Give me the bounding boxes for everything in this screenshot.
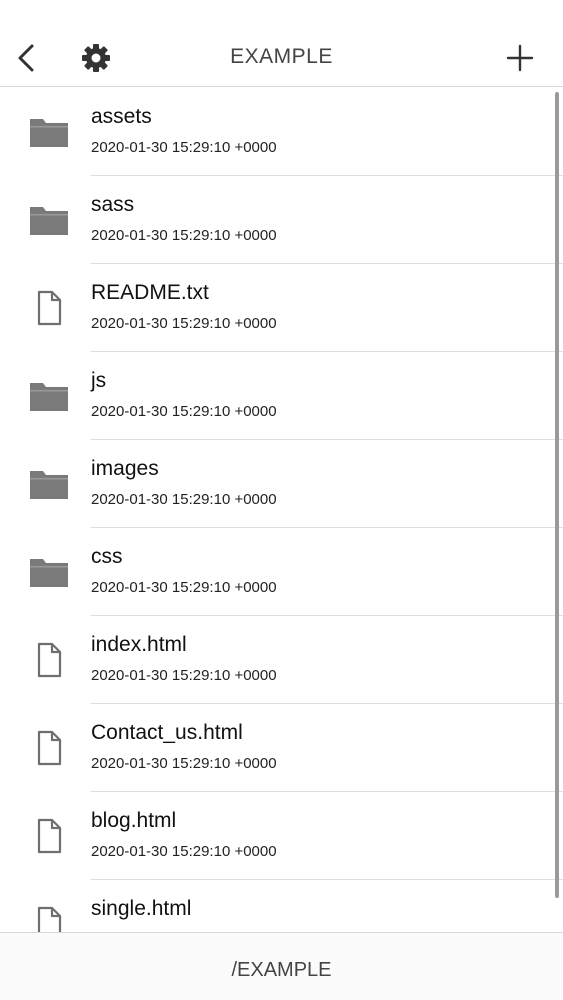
folder-icon (30, 207, 68, 235)
file-name: blog.html (91, 809, 177, 832)
add-button[interactable] (500, 38, 540, 78)
folder-icon (28, 200, 70, 240)
file-name: README.txt (91, 281, 209, 304)
file-date: 2020-01-30 15:29:10 +0000 (91, 315, 277, 332)
list-item[interactable]: index.html 2020-01-30 15:29:10 +0000 (0, 616, 563, 704)
folder-icon (30, 383, 68, 411)
file-date: 2020-01-30 15:29:10 +0000 (91, 227, 277, 244)
current-path: /EXAMPLE (231, 959, 332, 981)
folder-icon (28, 112, 70, 152)
document-icon (28, 904, 70, 932)
file-date: 2020-01-30 15:29:10 +0000 (91, 843, 277, 860)
plus-icon (506, 44, 534, 72)
list-item[interactable]: Contact_us.html 2020-01-30 15:29:10 +000… (0, 704, 563, 792)
file-name: assets (91, 105, 152, 128)
folder-icon (28, 552, 70, 592)
folder-icon (30, 119, 68, 147)
scrollbar[interactable] (555, 92, 559, 898)
file-date: 2020-01-30 15:29:10 +0000 (91, 579, 277, 596)
list-item[interactable]: css 2020-01-30 15:29:10 +0000 (0, 528, 563, 616)
file-date: 2020-01-30 15:29:10 +0000 (91, 403, 277, 420)
document-icon (28, 816, 70, 856)
document-icon (28, 288, 70, 328)
document-icon (28, 728, 70, 768)
file-date: 2020-01-30 15:29:10 +0000 (91, 139, 277, 156)
document-icon (37, 290, 62, 326)
list-item[interactable]: sass 2020-01-30 15:29:10 +0000 (0, 176, 563, 264)
document-icon (37, 818, 62, 854)
page-title: EXAMPLE (230, 45, 333, 68)
file-list[interactable]: assets 2020-01-30 15:29:10 +0000 sass 20… (0, 88, 563, 932)
file-name: js (91, 369, 107, 392)
list-item[interactable]: assets 2020-01-30 15:29:10 +0000 (0, 88, 563, 176)
navigation-bar: EXAMPLE (0, 0, 563, 87)
file-name: Contact_us.html (91, 721, 243, 744)
document-icon (28, 640, 70, 680)
list-item[interactable]: single.html (0, 880, 563, 932)
document-icon (37, 730, 62, 766)
file-date: 2020-01-30 15:29:10 +0000 (91, 667, 277, 684)
folder-icon (30, 559, 68, 587)
list-item[interactable]: js 2020-01-30 15:29:10 +0000 (0, 352, 563, 440)
file-name: single.html (91, 897, 192, 920)
path-bar: /EXAMPLE (0, 932, 563, 1000)
file-name: index.html (91, 633, 187, 656)
file-date: 2020-01-30 15:29:10 +0000 (91, 491, 277, 508)
file-date: 2020-01-30 15:29:10 +0000 (91, 755, 277, 772)
list-item[interactable]: blog.html 2020-01-30 15:29:10 +0000 (0, 792, 563, 880)
list-item[interactable]: images 2020-01-30 15:29:10 +0000 (0, 440, 563, 528)
file-name: css (91, 545, 123, 568)
file-name: sass (91, 193, 135, 216)
folder-icon (28, 464, 70, 504)
folder-icon (28, 376, 70, 416)
file-name: images (91, 457, 159, 480)
folder-icon (30, 471, 68, 499)
document-icon (37, 906, 62, 932)
list-item[interactable]: README.txt 2020-01-30 15:29:10 +0000 (0, 264, 563, 352)
document-icon (37, 642, 62, 678)
